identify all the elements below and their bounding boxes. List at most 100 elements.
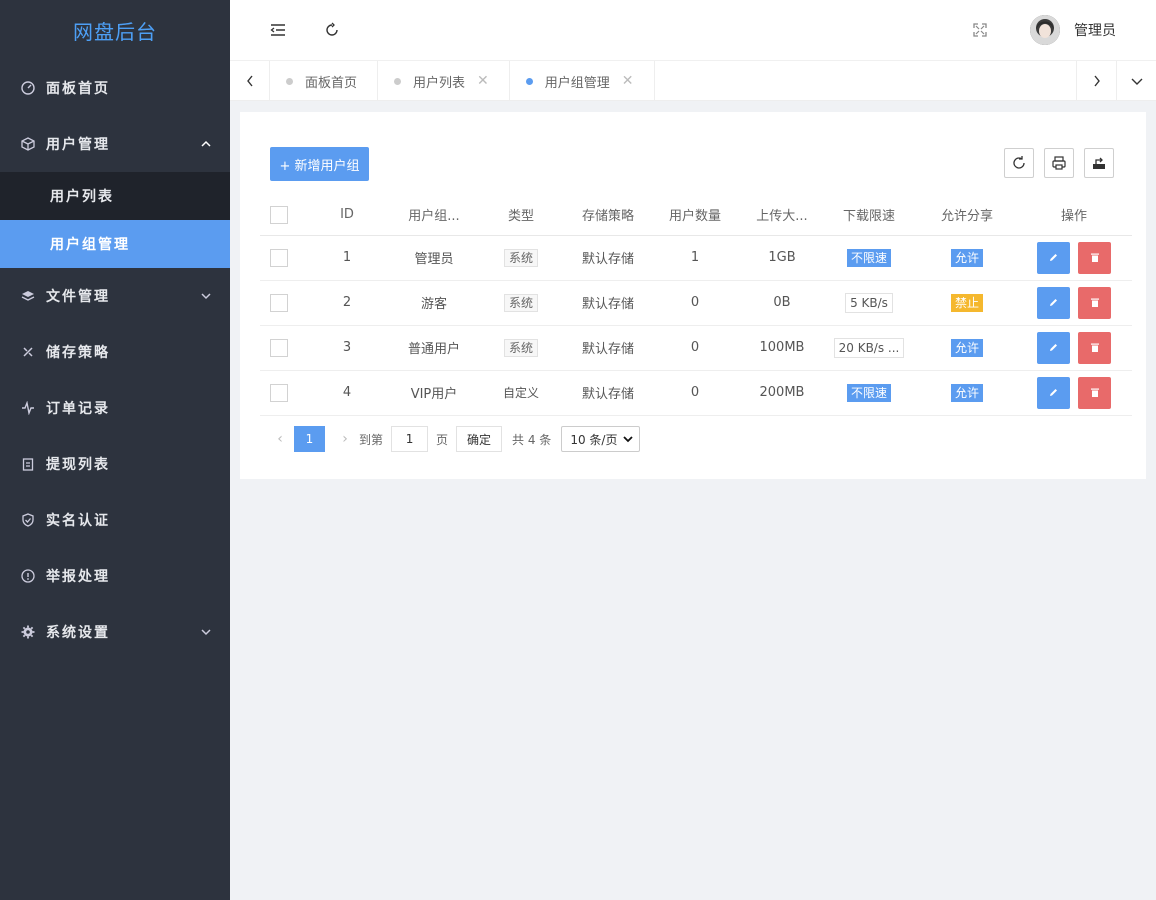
- tab-dashboard[interactable]: 面板首页: [270, 61, 379, 101]
- user-group-table: ID 用户组... 类型 存储策略 用户数量 上传大... 下载限速 允许分享 …: [260, 195, 1132, 416]
- sidebar-item-withdrawals[interactable]: 提现列表: [0, 436, 230, 492]
- delete-button[interactable]: [1078, 286, 1112, 319]
- speed-tag: 不限速: [846, 248, 891, 267]
- edit-button[interactable]: [1036, 331, 1070, 364]
- sidebar-item-user-groups[interactable]: 用户组管理: [0, 220, 230, 268]
- refresh-icon: [1013, 156, 1025, 169]
- column-header[interactable]: 下载限速: [820, 195, 918, 236]
- edit-button[interactable]: [1036, 376, 1070, 409]
- sidebar-item-settings[interactable]: 系统设置: [0, 604, 230, 660]
- export-icon: [1093, 157, 1105, 169]
- tabs-scroll-left[interactable]: [230, 61, 270, 101]
- sidebar-item-label: 用户管理: [46, 137, 110, 153]
- sidebar-item-verification[interactable]: 实名认证: [0, 492, 230, 548]
- page-size-select[interactable]: 10 条/页: [561, 426, 641, 452]
- cell-id: 2: [298, 280, 396, 326]
- sidebar-item-label: 面板首页: [46, 81, 110, 97]
- cell-name: 游客: [396, 280, 472, 326]
- column-header[interactable]: 存储策略: [570, 195, 646, 236]
- cube-icon: [20, 136, 36, 152]
- table-header-row: ID 用户组... 类型 存储策略 用户数量 上传大... 下载限速 允许分享 …: [260, 195, 1132, 236]
- row-checkbox[interactable]: [270, 248, 288, 267]
- delete-button[interactable]: [1078, 331, 1112, 364]
- tab-user-list[interactable]: 用户列表 ✕: [378, 61, 510, 101]
- goto-confirm-button[interactable]: 确定: [456, 426, 503, 452]
- type-tag: 系统: [503, 338, 538, 357]
- close-icon[interactable]: ✕: [477, 73, 489, 89]
- delete-button[interactable]: [1078, 241, 1112, 274]
- cell-count: 0: [646, 370, 744, 416]
- menu-fold-icon[interactable]: [268, 20, 288, 40]
- row-checkbox[interactable]: [270, 383, 288, 402]
- refresh-icon[interactable]: [322, 20, 342, 40]
- fullscreen-icon[interactable]: [970, 20, 990, 40]
- table-export-button[interactable]: [1084, 148, 1114, 178]
- cell-count: 0: [646, 280, 744, 326]
- sidebar-item-user-list[interactable]: 用户列表: [0, 172, 230, 220]
- page-number-current[interactable]: 1: [294, 426, 325, 452]
- prev-page-icon[interactable]: ‹: [270, 431, 290, 447]
- speed-tag: 不限速: [846, 383, 891, 402]
- cell-actions: [1016, 370, 1132, 416]
- cell-id: 1: [298, 235, 396, 281]
- sidebar-item-reports[interactable]: 举报处理: [0, 548, 230, 604]
- cell-upload: 200MB: [744, 370, 820, 416]
- chevron-right-icon: [1093, 75, 1100, 87]
- share-tag: 允许: [950, 248, 983, 267]
- column-header[interactable]: ID: [298, 195, 396, 236]
- tab-user-groups[interactable]: 用户组管理 ✕: [510, 61, 655, 101]
- chevron-down-icon: [201, 293, 211, 300]
- next-page-icon[interactable]: ›: [335, 431, 355, 447]
- type-tag: 自定义: [498, 383, 543, 402]
- chevron-down-icon: [201, 629, 211, 636]
- share-tag: 允许: [950, 338, 983, 357]
- sidebar-item-dashboard[interactable]: 面板首页: [0, 60, 230, 116]
- table-row: 3 普通用户 系统 默认存储 0 100MB 20 KB/s ... 允许: [260, 325, 1132, 371]
- users-submenu: 用户列表 用户组管理: [0, 172, 230, 268]
- chevron-up-icon: [201, 140, 211, 147]
- column-header[interactable]: 上传大...: [744, 195, 820, 236]
- share-tag: 禁止: [950, 293, 983, 312]
- username: 管理员: [1074, 23, 1116, 39]
- tabs-scroll-right[interactable]: [1076, 61, 1116, 101]
- cell-actions: [1016, 325, 1132, 371]
- sidebar-item-users[interactable]: 用户管理: [0, 116, 230, 172]
- sidebar-item-label: 储存策略: [46, 345, 110, 361]
- app-logo: 网盘后台: [73, 19, 157, 44]
- tabs-dropdown[interactable]: [1116, 61, 1156, 101]
- edit-button[interactable]: [1036, 286, 1070, 319]
- sidebar-item-files[interactable]: 文件管理: [0, 268, 230, 324]
- pencil-icon: [1049, 299, 1057, 306]
- edit-button[interactable]: [1036, 241, 1070, 274]
- tab-dot: [394, 77, 402, 85]
- gear-icon: [20, 624, 36, 640]
- pencil-icon: [1049, 254, 1057, 261]
- select-all-checkbox[interactable]: [270, 205, 288, 224]
- sidebar-item-storage-policy[interactable]: 储存策略: [0, 324, 230, 380]
- tab-label: 面板首页: [305, 75, 358, 91]
- layers-icon: [20, 288, 36, 304]
- column-header[interactable]: 类型: [472, 195, 570, 236]
- page-size-value: 10 条/页: [570, 432, 618, 447]
- row-checkbox[interactable]: [270, 293, 288, 312]
- user-menu[interactable]: 管理员: [1030, 0, 1116, 60]
- add-user-group-button[interactable]: + 新增用户组: [270, 147, 369, 181]
- cell-policy: 默认存储: [570, 280, 646, 326]
- column-header[interactable]: 用户组...: [396, 195, 472, 236]
- table-refresh-button[interactable]: [1004, 148, 1034, 178]
- sidebar-item-label: 提现列表: [46, 457, 110, 473]
- delete-button[interactable]: [1078, 376, 1112, 409]
- row-checkbox[interactable]: [270, 338, 288, 357]
- close-icon[interactable]: ✕: [622, 73, 634, 89]
- sidebar-item-label: 实名认证: [46, 513, 110, 529]
- table-print-button[interactable]: [1044, 148, 1074, 178]
- cell-upload: 1GB: [744, 235, 820, 281]
- sidebar-item-orders[interactable]: 订单记录: [0, 380, 230, 436]
- pencil-icon: [1049, 389, 1057, 396]
- sidebar-item-label: 举报处理: [46, 569, 110, 585]
- trash-icon: [1090, 253, 1099, 262]
- column-header[interactable]: 允许分享: [918, 195, 1016, 236]
- column-header[interactable]: 用户数量: [646, 195, 744, 236]
- pulse-icon: [20, 400, 36, 416]
- goto-page-input[interactable]: 1: [391, 426, 429, 452]
